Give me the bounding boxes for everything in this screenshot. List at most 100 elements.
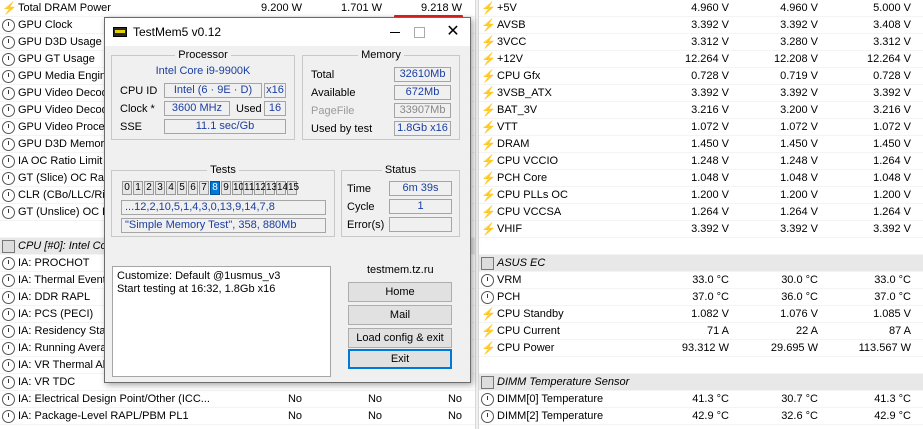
section-header-row[interactable]: ASUS EC xyxy=(479,255,923,272)
clock-icon xyxy=(2,410,15,423)
test-cell: 3 xyxy=(155,181,165,195)
sensor-value-v1: 71 A xyxy=(706,325,729,337)
sensor-value-v3: 33.0 °C xyxy=(874,274,911,286)
sensor-label: PCH Core xyxy=(497,172,548,184)
sensor-row[interactable]: PCH 37.0 °C 36.0 °C 37.0 °C xyxy=(479,289,923,306)
sensor-label: IA: Package-Level RAPL/PBM PL1 xyxy=(18,410,189,422)
sensor-value-v1: 93.312 W xyxy=(681,342,729,354)
minimize-button[interactable] xyxy=(385,22,405,42)
sensor-row[interactable]: VRM 33.0 °C 30.0 °C 33.0 °C xyxy=(479,272,923,289)
sensor-row[interactable]: ⚡ BAT_3V 3.216 V 3.200 V 3.216 V xyxy=(479,102,923,119)
sensor-row[interactable]: ⚡ CPU Current 71 A 22 A 87 A xyxy=(479,323,923,340)
sensor-row[interactable]: ⚡ CPU Gfx 0.728 V 0.719 V 0.728 V xyxy=(479,68,923,85)
clock-icon xyxy=(2,274,15,287)
sensor-row[interactable]: IA: Package-Level RAPL/PBM PL1 No No No xyxy=(0,408,475,425)
test-sequence-field: ...12,2,10,5,1,4,3,0,13,9,14,7,8 xyxy=(121,200,326,215)
clock-icon xyxy=(2,172,15,185)
bolt-icon: ⚡ xyxy=(481,137,496,151)
sensor-value-v3: 41.3 °C xyxy=(874,393,911,405)
clock-icon xyxy=(2,376,15,389)
sensor-label: BAT_3V xyxy=(497,104,538,116)
test-cell: 5 xyxy=(177,181,187,195)
bolt-icon: ⚡ xyxy=(481,1,496,15)
sensor-row[interactable]: ⚡ CPU VCCSA 1.264 V 1.264 V 1.264 V xyxy=(479,204,923,221)
chip-icon xyxy=(481,257,494,270)
sensor-row[interactable]: DIMM[2] Temperature 42.9 °C 32.6 °C 42.9 °C xyxy=(479,408,923,425)
cpu-name: Intel Core i9-9900K xyxy=(155,65,251,77)
sensor-list-right[interactable]: ⚡ +5V 4.960 V 4.960 V 5.000 V ⚡ AVSB 3.392 V 3.3… xyxy=(479,0,923,429)
test-cell: 2 xyxy=(144,181,154,195)
sensor-row[interactable]: ⚡ AVSB 3.392 V 3.392 V 3.408 V xyxy=(479,17,923,34)
total-field: 32610Mb xyxy=(394,67,451,82)
bolt-icon: ⚡ xyxy=(481,120,496,134)
sensor-row[interactable]: ⚡ VTT 1.072 V 1.072 V 1.072 V xyxy=(479,119,923,136)
sensor-value-v1: 1.048 V xyxy=(691,172,729,184)
sensor-row[interactable]: ⚡ PCH Core 1.048 V 1.048 V 1.048 V xyxy=(479,170,923,187)
test-cell: 9 xyxy=(221,181,231,195)
sensor-value-v1: 3.392 V xyxy=(691,19,729,31)
sensor-value-v3: 3.312 V xyxy=(873,36,911,48)
sensor-value-v3: 3.392 V xyxy=(873,87,911,99)
sensor-value-v2: 1.200 V xyxy=(780,189,818,201)
sensor-label: CLR (CBo/LLC/Ring xyxy=(18,189,118,201)
test-cell: 13 xyxy=(265,181,278,195)
sensor-value-v2: 4.960 V xyxy=(780,2,818,14)
sensor-row[interactable]: ⚡ +5V 4.960 V 4.960 V 5.000 V xyxy=(479,0,923,17)
clock-icon xyxy=(2,104,15,117)
sensor-value-v1: 3.312 V xyxy=(691,36,729,48)
sensor-row[interactable]: ⚡ CPU Power 93.312 W 29.695 W 113.567 W xyxy=(479,340,923,357)
bolt-icon: ⚡ xyxy=(481,188,496,202)
exit-button[interactable]: Exit xyxy=(348,349,452,369)
title-bar[interactable]: TestMem5 v0.12 ✕ xyxy=(105,18,470,46)
sensor-label: AVSB xyxy=(497,19,526,31)
sensor-value-v3: 1.264 V xyxy=(873,206,911,218)
log-output[interactable]: Customize: Default @1usmus_v3 Start test… xyxy=(112,266,331,377)
bolt-icon: ⚡ xyxy=(2,1,17,15)
bolt-icon: ⚡ xyxy=(481,103,496,117)
sensor-row[interactable]: IA: Electrical Design Point/Other (ICC..… xyxy=(0,391,475,408)
sensor-value-v3: 3.408 V xyxy=(873,19,911,31)
bolt-icon: ⚡ xyxy=(481,324,496,338)
sensor-value-v2: 3.392 V xyxy=(780,223,818,235)
sensor-label: CPU Standby xyxy=(497,308,564,320)
load-config-exit-button[interactable]: Load config & exit xyxy=(348,328,452,348)
sensor-row[interactable]: DIMM[0] Temperature 41.3 °C 30.7 °C 41.3 °C xyxy=(479,391,923,408)
chip-icon xyxy=(2,240,15,253)
sensor-value-v2: 32.6 °C xyxy=(781,410,818,422)
mail-button[interactable]: Mail xyxy=(348,305,452,325)
sensor-value-v3: 1.048 V xyxy=(873,172,911,184)
close-button[interactable]: ✕ xyxy=(443,22,463,42)
sensor-value-v3: 5.000 V xyxy=(873,2,911,14)
sensor-value-v3: 37.0 °C xyxy=(874,291,911,303)
test-cell: 10 xyxy=(232,181,245,195)
sensor-row[interactable]: ⚡ VHIF 3.392 V 3.392 V 3.392 V xyxy=(479,221,923,238)
sensor-label: CPU [#0]: Intel Co xyxy=(18,240,107,252)
clock-label: Clock * xyxy=(120,103,155,115)
sensor-value-v1: 0.728 V xyxy=(691,70,729,82)
home-button[interactable]: Home xyxy=(348,282,452,302)
sensor-row[interactable]: ⚡ 3VCC 3.312 V 3.280 V 3.312 V xyxy=(479,34,923,51)
sensor-value-v1: 9.200 W xyxy=(261,2,302,14)
section-header-row[interactable]: DIMM Temperature Sensor xyxy=(479,374,923,391)
used-by-test-field: 1.8Gb x16 xyxy=(394,121,451,136)
sensor-row[interactable]: ⚡ +12V 12.264 V 12.208 V 12.264 V xyxy=(479,51,923,68)
sensor-row[interactable]: ⚡ 3VSB_ATX 3.392 V 3.392 V 3.392 V xyxy=(479,85,923,102)
processor-group: Processor Intel Core i9-9900K CPU ID Int… xyxy=(111,49,295,140)
test-cell: 1 xyxy=(133,181,143,195)
test-cells: 0 1 2 3 4 5 6 7 8 9 10 11 12 13 14 15 xyxy=(122,181,299,195)
sensor-label: ASUS EC xyxy=(497,257,546,269)
sensor-row[interactable]: ⚡ CPU Standby 1.082 V 1.076 V 1.085 V xyxy=(479,306,923,323)
sensor-row[interactable]: ⚡ DRAM 1.450 V 1.450 V 1.450 V xyxy=(479,136,923,153)
sensor-label: IA: VR TDC xyxy=(18,376,76,388)
sensor-value-v1: No xyxy=(287,393,302,405)
sensor-label: +5V xyxy=(497,2,517,14)
available-field: 672Mb xyxy=(394,85,451,100)
sensor-label: GPU Media Engine xyxy=(18,70,113,82)
sensor-value-v2: 1.248 V xyxy=(780,155,818,167)
sensor-row[interactable]: ⚡ CPU PLLs OC 1.200 V 1.200 V 1.200 V xyxy=(479,187,923,204)
sensor-label: IA: Residency Sta xyxy=(18,325,106,337)
clock-icon xyxy=(2,121,15,134)
sensor-row[interactable]: ⚡ CPU VCCIO 1.248 V 1.248 V 1.264 V xyxy=(479,153,923,170)
sensor-label: GPU D3D Memory xyxy=(18,138,110,150)
sensor-label: +12V xyxy=(497,53,523,65)
